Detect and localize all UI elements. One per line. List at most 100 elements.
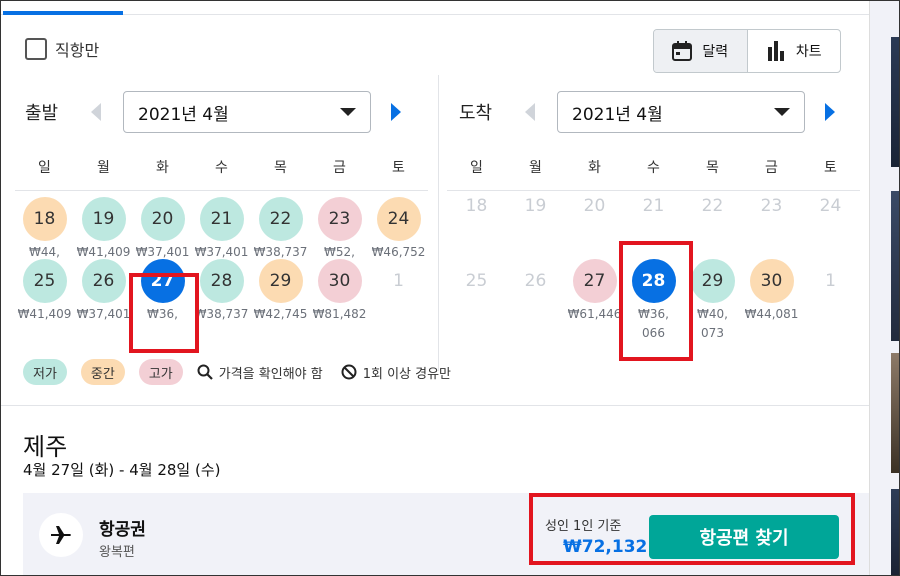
legend-high: 고가 <box>138 359 183 385</box>
weekday-label: 화 <box>156 160 169 176</box>
weekday-label: 금 <box>333 160 346 176</box>
highlight-box <box>129 273 199 353</box>
day-price: ₩61,446 <box>567 307 622 321</box>
day-number: 26 <box>524 271 547 291</box>
weekday-label: 토 <box>392 160 405 176</box>
depart-label: 출발 <box>25 103 59 124</box>
depart-header: 출발 2021년 4월 <box>25 91 401 133</box>
day-price: ₩42,745 <box>253 307 308 321</box>
trip-dates: 4월 27일 (화) - 4월 28일 (수) <box>23 461 221 479</box>
plane-icon-wrap <box>39 513 83 557</box>
calendar-day: 1 <box>369 259 428 303</box>
app-frame: 직항만 달력 차트 출발 2021년 4월 도착 2021년 4월 일 월 화 … <box>0 0 900 576</box>
calendar-day[interactable]: 22 ₩38,737 <box>251 197 310 262</box>
calendar-view-button[interactable]: 달력 <box>654 30 748 72</box>
weekday-label: 목 <box>274 160 287 176</box>
day-number: 19 <box>524 196 547 216</box>
day-number: 19 <box>81 197 126 241</box>
calendar-day[interactable]: 25 ₩41,409 <box>15 259 74 324</box>
destination-title: 제주 <box>23 433 68 461</box>
day-price: ₩41,409 <box>17 307 72 321</box>
day-number: 27 <box>572 259 617 303</box>
arrive-weekday-row: 일 월 화 수 목 금 토 <box>447 157 860 191</box>
legend-low: 저가 <box>23 359 67 385</box>
thumbnail-image <box>891 489 899 575</box>
day-number: 29 <box>690 259 735 303</box>
highlight-box <box>529 493 855 565</box>
depart-month-value: 2021년 4월 <box>138 104 229 125</box>
section-divider <box>1 405 869 406</box>
weekday-label: 월 <box>529 160 542 176</box>
day-number: 30 <box>749 259 794 303</box>
calendar-day: 25 <box>447 259 506 303</box>
calendar-day[interactable]: 26 ₩37,401 <box>74 259 133 324</box>
calendar-divider <box>438 75 439 371</box>
chart-view-label: 차트 <box>795 44 822 60</box>
weekday-label: 수 <box>647 160 660 176</box>
day-number: 26 <box>81 259 126 303</box>
day-number: 21 <box>199 197 244 241</box>
calendar-day[interactable]: 20 ₩37,401 <box>133 197 192 262</box>
weekday-label: 금 <box>765 160 778 176</box>
calendar-day: 1 <box>801 259 860 303</box>
flight-title: 항공권 <box>99 520 146 540</box>
calendar-day: 19 <box>506 195 565 217</box>
next-month-arrow-icon[interactable] <box>825 103 835 121</box>
weekday-label: 목 <box>706 160 719 176</box>
day-number: 22 <box>258 197 303 241</box>
active-tab-indicator <box>3 11 123 15</box>
view-toggle: 달력 차트 <box>653 29 841 73</box>
day-number: 21 <box>642 196 665 216</box>
flight-subtitle: 왕복편 <box>99 545 135 560</box>
search-icon <box>197 364 213 380</box>
calendar-day[interactable]: 27 ₩61,446 <box>565 259 624 324</box>
calendar-day[interactable]: 28 ₩38,737 <box>192 259 251 324</box>
direct-only-checkbox[interactable] <box>25 38 47 60</box>
calendar-day: 21 <box>624 195 683 217</box>
bar-chart-icon <box>767 41 784 61</box>
calendar-day[interactable]: 30 ₩81,482 <box>310 259 369 324</box>
calendar-day[interactable]: 24 ₩46,752 <box>369 197 428 262</box>
prev-month-arrow-icon[interactable] <box>91 103 101 121</box>
tab-strip <box>1 1 869 15</box>
prev-month-arrow-icon[interactable] <box>525 103 535 121</box>
depart-weekday-row: 일 월 화 수 목 금 토 <box>15 157 428 191</box>
depart-month-select[interactable]: 2021년 4월 <box>123 91 371 133</box>
direct-only-label: 직항만 <box>55 41 100 60</box>
day-number: 23 <box>317 197 362 241</box>
day-number: 24 <box>819 196 842 216</box>
day-number: 25 <box>465 271 488 291</box>
day-number: 23 <box>760 196 783 216</box>
legend-check-price: 가격을 확인해야 함 <box>197 363 323 382</box>
day-price: ₩81,482 <box>312 307 367 321</box>
day-number: 20 <box>140 197 185 241</box>
day-price: ₩37,401 <box>76 307 131 321</box>
price-legend: 저가 중간 고가 가격을 확인해야 함 1회 이상 경유만 <box>23 359 469 385</box>
calendar-day: 23 <box>742 195 801 217</box>
day-price: ₩44,081 <box>744 307 799 321</box>
legend-check-price-label: 가격을 확인해야 함 <box>218 366 323 382</box>
day-number: 20 <box>583 196 606 216</box>
calendar-day: 24 <box>801 195 860 217</box>
weekday-label: 일 <box>470 160 483 176</box>
calendar-day[interactable]: 19 ₩41,409 <box>74 197 133 262</box>
next-month-arrow-icon[interactable] <box>391 103 401 121</box>
day-number: 1 <box>393 271 404 291</box>
calendar-day[interactable]: 30 ₩44,081 <box>742 259 801 324</box>
day-number: 25 <box>22 259 67 303</box>
calendar-icon <box>672 41 693 61</box>
day-number: 18 <box>22 197 67 241</box>
chevron-down-icon <box>340 108 356 116</box>
prohibited-icon <box>341 364 357 380</box>
calendar-day[interactable]: 29 ₩42,745 <box>251 259 310 324</box>
calendar-day[interactable]: 21 ₩37,401 <box>192 197 251 262</box>
thumbnail-image <box>891 191 899 341</box>
arrive-month-value: 2021년 4월 <box>572 104 663 125</box>
chart-view-button[interactable]: 차트 <box>748 30 841 72</box>
arrive-month-select[interactable]: 2021년 4월 <box>557 91 805 133</box>
direct-only-filter[interactable]: 직항만 <box>25 37 99 61</box>
arrive-header: 도착 2021년 4월 <box>459 91 835 133</box>
legend-one-stop: 1회 이상 경유만 <box>341 363 451 382</box>
thumbnail-image <box>891 37 899 167</box>
thumbnail-image <box>891 353 899 473</box>
